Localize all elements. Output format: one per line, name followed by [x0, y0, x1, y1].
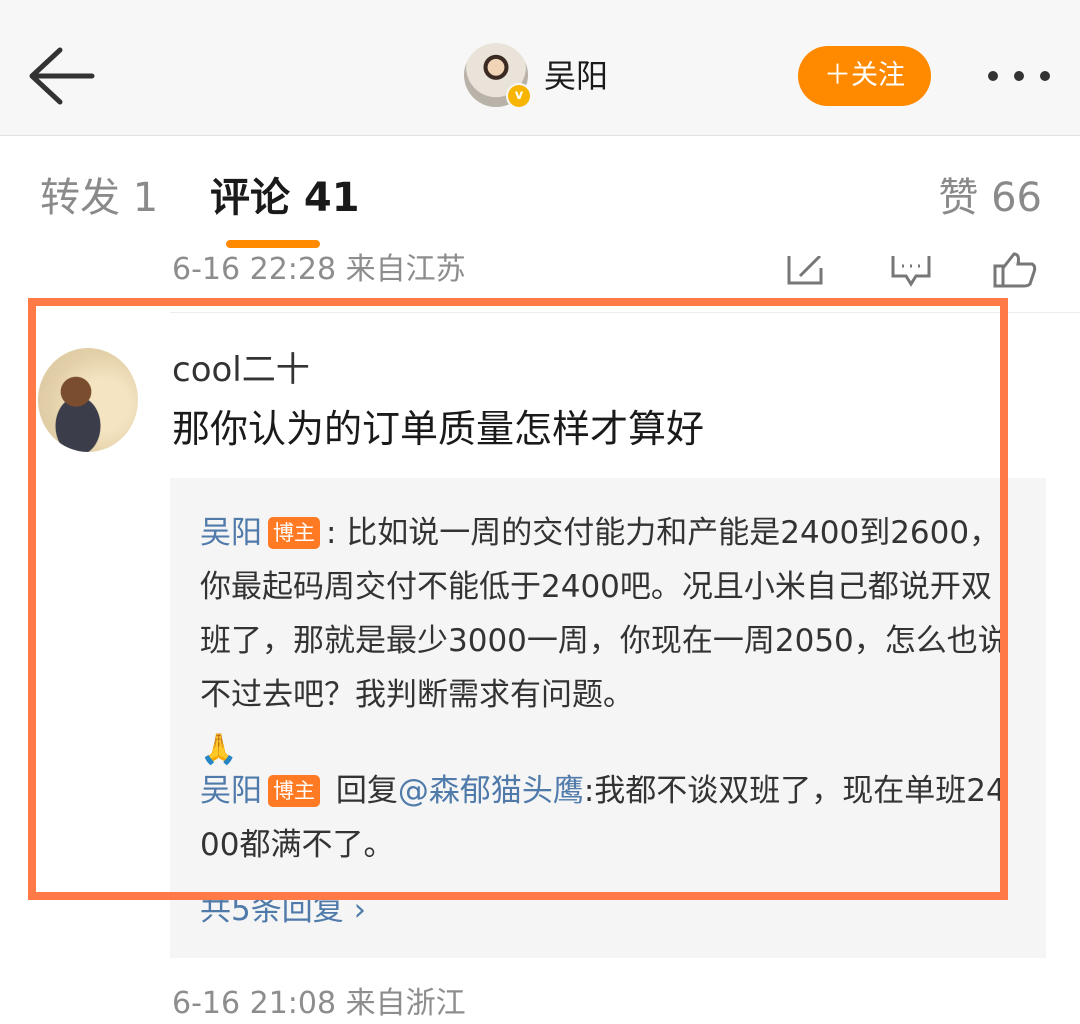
commenter-avatar[interactable]	[38, 348, 138, 452]
reply-item: 吴阳 博主 回复@森郁猫头鹰:我都不谈双班了，现在单班2400都满不了。	[200, 764, 1016, 872]
tab-bar: 转发 1 评论 41 赞 66	[0, 136, 1080, 256]
mention-link[interactable]: @森郁猫头鹰	[398, 773, 584, 809]
repost-icon[interactable]	[786, 254, 826, 290]
active-tab-indicator	[226, 240, 320, 248]
reply-item: 吴阳 博主: 比如说一周的交付能力和产能是2400到2600，你最起码周交付不能低…	[200, 506, 1016, 777]
next-comment-meta: 6-16 21:08 来自浙江	[172, 986, 466, 1021]
reply-text: :我都不谈双班了，现在单班2400都满不了。	[200, 773, 1006, 863]
comment-icon[interactable]	[890, 256, 932, 292]
top-bar: v 吴阳 ＋关注	[0, 0, 1080, 136]
prev-comment-meta: 6-16 22:28 来自江苏	[172, 252, 466, 287]
reply-prefix: 回复	[326, 773, 398, 809]
more-options-icon[interactable]	[984, 58, 1054, 94]
tab-comment[interactable]: 评论 41	[210, 172, 360, 224]
blogger-name[interactable]: 吴阳	[544, 54, 608, 98]
blogger-avatar[interactable]: v	[464, 43, 532, 109]
back-arrow-icon[interactable]	[24, 44, 96, 108]
reply-box[interactable]: 吴阳 博主: 比如说一周的交付能力和产能是2400到2600，你最起码周交付不能低…	[170, 478, 1046, 958]
verified-badge-icon: v	[506, 83, 532, 109]
reply-text: 比如说一周的交付能力和产能是2400到2600，你最起码周交付不能低于2400吧…	[200, 515, 1009, 713]
comment-author[interactable]: cool二十	[172, 348, 310, 392]
like-icon[interactable]	[992, 252, 1038, 292]
more-replies-link[interactable]: 共5条回复 ›	[200, 888, 366, 932]
blogger-badge: 博主	[268, 517, 320, 549]
tab-like[interactable]: 赞 66	[938, 172, 1042, 224]
follow-button[interactable]: ＋关注	[798, 46, 931, 106]
comment-text: 那你认为的订单质量怎样才算好	[172, 407, 705, 451]
reply-author[interactable]: 吴阳	[200, 515, 262, 551]
reply-separator: :	[326, 515, 347, 551]
comment-divider	[170, 312, 1080, 313]
reply-author[interactable]: 吴阳	[200, 773, 262, 809]
blogger-badge: 博主	[268, 775, 320, 807]
tab-repost[interactable]: 转发 1	[40, 172, 158, 224]
